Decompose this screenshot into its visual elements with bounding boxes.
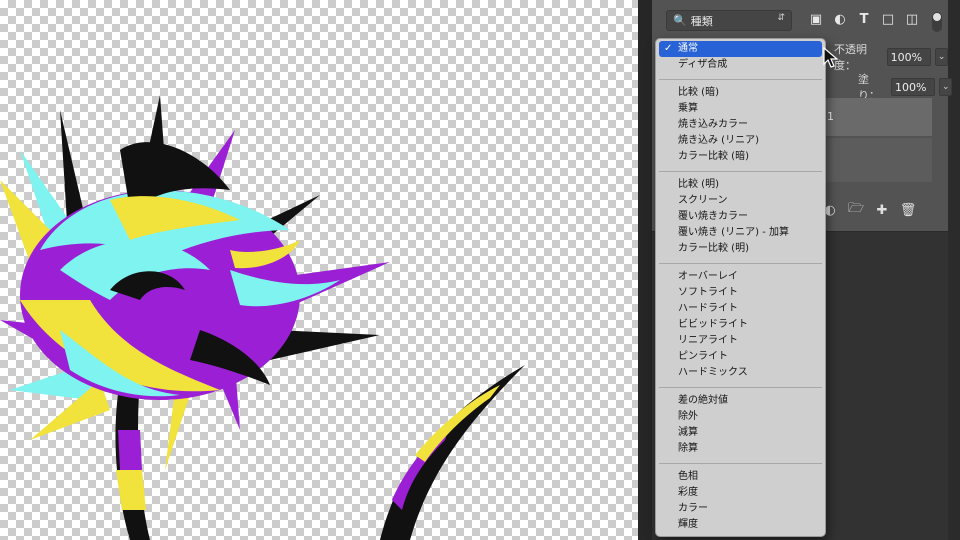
layer-kind-filter[interactable]: 🔍 種類 ⇵ [666,10,792,31]
blend-mode-item[interactable]: カラー [656,501,825,517]
blend-mode-item[interactable]: カラー比較 (明) [656,241,825,257]
image-filter-icon[interactable]: ▣ [808,11,824,27]
shape-filter-icon[interactable]: □ [880,11,896,27]
blend-mode-label: ハードミックス [678,367,748,378]
blend-mode-label: スクリーン [678,195,728,206]
blend-mode-item[interactable]: リニアライト [656,333,825,349]
new-layer-icon[interactable]: ✚ [874,202,890,218]
blend-mode-label: ハードライト [678,303,738,314]
chevron-updown-icon: ⇵ [777,13,785,23]
blend-mode-label: カラー比較 (明) [678,243,749,254]
blend-mode-item[interactable]: ハードライト [656,301,825,317]
blend-mode-item[interactable]: ✓ 通常 [659,41,822,57]
blend-mode-item[interactable]: 比較 (暗) [656,85,825,101]
menu-separator [659,387,822,388]
blend-mode-label: ソフトライト [678,287,738,298]
fill-chevron-icon[interactable]: ⌄ [939,78,952,96]
blend-mode-item[interactable]: 減算 [656,425,825,441]
blend-mode-label: 除外 [678,411,698,422]
blend-mode-label: 色相 [678,471,698,482]
blend-mode-item[interactable]: 焼き込み (リニア) [656,133,825,149]
checkmark-icon: ✓ [664,43,673,54]
type-filter-icon[interactable]: T [856,11,872,27]
blend-mode-label: 輝度 [678,519,698,530]
layer-row[interactable] [824,138,932,182]
blend-mode-label: 減算 [678,427,698,438]
group-folder-icon[interactable]: 🗁 [848,201,864,218]
menu-separator [659,263,822,264]
blend-mode-label: 覆い焼き (リニア) - 加算 [678,227,789,238]
blend-mode-label: 焼き込み (リニア) [678,135,759,146]
blend-mode-label: 焼き込みカラー [678,119,748,130]
search-icon: 🔍 [673,14,687,27]
blend-mode-item[interactable]: 差の絶対値 [656,393,825,409]
blend-mode-label: 比較 (明) [678,179,719,190]
splash-artwork [0,95,525,540]
blend-mode-menu: ✓ 通常 ディザ合成 比較 (暗) 乗算 焼き込みカラー 焼き込み (リニア) カラー比較 (… [655,38,826,537]
opacity-control: 不透明度： 100% ⌄ [834,41,948,73]
opacity-chevron-icon[interactable]: ⌄ [935,48,948,66]
blend-mode-label: ビビッドライト [678,319,748,330]
blend-mode-item[interactable]: 輝度 [656,517,825,533]
blend-mode-item[interactable]: スクリーン [656,193,825,209]
blend-mode-item[interactable]: カラー比較 (暗) [656,149,825,165]
blend-mode-item[interactable]: 覆い焼きカラー [656,209,825,225]
smartobject-filter-icon[interactable]: ◫ [904,11,920,27]
layer-kind-label: 種類 [690,14,713,28]
blend-mode-label: ピンライト [678,351,728,362]
blend-mode-item[interactable]: 焼き込みカラー [656,117,825,133]
fill-input[interactable]: 100% [890,78,936,96]
blend-mode-item[interactable]: オーバーレイ [656,269,825,285]
trash-icon[interactable]: 🗑 [900,202,917,218]
blend-mode-label: 覆い焼きカラー [678,211,748,222]
panel-divider [638,0,652,540]
filter-toggle[interactable] [932,12,942,32]
blend-mode-item[interactable]: ソフトライト [656,285,825,301]
blend-mode-item[interactable]: ハードミックス [656,365,825,381]
adjustment-filter-icon[interactable]: ◐ [832,11,848,27]
layer-row-selected[interactable] [824,98,932,136]
mouse-cursor-icon [823,47,839,68]
blend-mode-item[interactable]: 覆い焼き (リニア) - 加算 [656,225,825,241]
blend-mode-label: 彩度 [678,487,698,498]
blend-mode-item[interactable]: 乗算 [656,101,825,117]
blend-mode-item[interactable]: ピンライト [656,349,825,365]
menu-separator [659,79,822,80]
blend-mode-item[interactable]: 除外 [656,409,825,425]
opacity-label: 不透明度： [834,43,867,72]
blend-mode-item[interactable]: 色相 [656,469,825,485]
blend-mode-label: カラー比較 (暗) [678,151,749,162]
layer-actions-bar: ◐ 🗁 ✚ 🗑 [822,201,917,218]
blend-mode-item[interactable]: 比較 (明) [656,177,825,193]
blend-mode-label: カラー [678,503,708,514]
blend-mode-label: 差の絶対値 [678,395,728,406]
blend-mode-label: 除算 [678,443,698,454]
blend-mode-label: ディザ合成 [678,59,728,70]
menu-separator [659,463,822,464]
blend-mode-item[interactable]: ディザ合成 [656,57,825,73]
blend-mode-item[interactable]: ビビッドライト [656,317,825,333]
blend-mode-label: 比較 (暗) [678,87,719,98]
blend-mode-label: リニアライト [678,335,738,346]
document-canvas[interactable] [0,0,638,540]
blend-mode-label: 乗算 [678,103,698,114]
blend-mode-label: オーバーレイ [678,271,738,282]
blend-mode-item[interactable]: 除算 [656,441,825,457]
menu-separator [659,171,822,172]
layer-name: 1 [827,110,834,123]
opacity-input[interactable]: 100% [886,48,932,66]
blend-mode-label: 通常 [678,43,698,54]
blend-mode-item[interactable]: 彩度 [656,485,825,501]
